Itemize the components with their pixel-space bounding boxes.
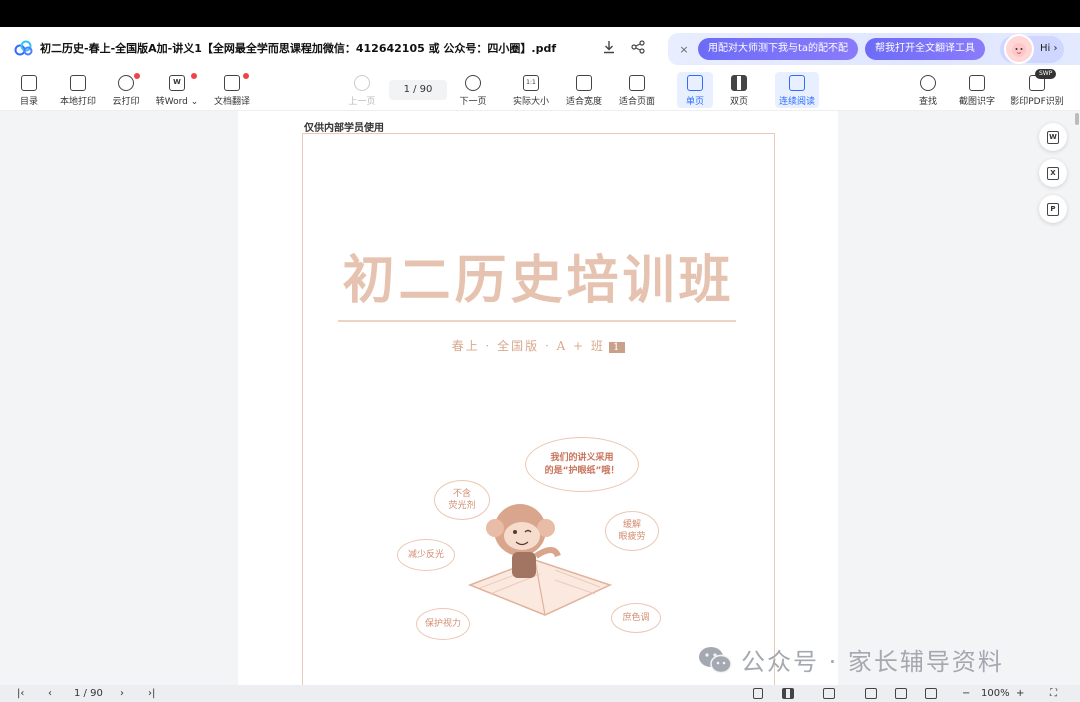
find-button[interactable]: 查找 (914, 72, 942, 108)
prev-page-status-button[interactable]: ‹ (48, 686, 52, 701)
continuous-view-icon[interactable] (823, 688, 835, 699)
zoom-in-button[interactable]: + (1016, 686, 1024, 701)
fit-width-status-icon[interactable] (895, 688, 907, 699)
translate-badge (243, 73, 249, 79)
fit-width-icon (576, 75, 592, 91)
document-title: 初二历史-春上-全国版A加-讲义1【全网最全学而思课程加微信：412642105… (40, 42, 557, 55)
word-doc-icon: W (1047, 130, 1059, 144)
share-icon[interactable] (629, 38, 647, 56)
status-page-indicator[interactable]: 1 / 90 (74, 686, 103, 701)
bubble-relieve-eye-fatigue: 缓解 眼疲劳 (605, 511, 659, 551)
assistant-hi-label[interactable]: Hi › (1040, 43, 1057, 54)
zoom-out-button[interactable]: − (962, 686, 970, 701)
promo-match-button[interactable]: 用配对大师测下我与ta的配不配 (698, 38, 859, 60)
prev-page-button[interactable]: 上一页 (345, 72, 379, 108)
crop-icon (969, 75, 985, 91)
first-page-button[interactable]: |‹ (17, 686, 24, 701)
double-page-view-icon[interactable] (782, 688, 794, 699)
toc-icon (21, 75, 37, 91)
page-number-input[interactable]: 1 / 90 (389, 80, 447, 100)
vertical-scrollbar[interactable] (1075, 113, 1079, 125)
double-page-button[interactable]: 双页 (721, 72, 757, 108)
continuous-read-button[interactable]: 连续阅读 (775, 72, 819, 108)
fit-width-button[interactable]: 适合宽度 (563, 72, 605, 108)
search-icon (920, 75, 936, 91)
actual-size-button[interactable]: 1:1 实际大小 (510, 72, 552, 108)
title-divider (338, 320, 736, 322)
assistant-avatar[interactable] (1004, 34, 1034, 64)
system-top-bar (0, 0, 1080, 27)
fullscreen-icon[interactable]: ⛶ (1050, 686, 1057, 701)
prev-page-icon (354, 75, 370, 91)
app-logo-icon (14, 40, 33, 56)
bubble-color-tone: 庶色调 (611, 603, 661, 633)
fit-page-status-icon[interactable] (925, 688, 937, 699)
bubble-no-fluorescent: 不含 荧光剂 (434, 480, 490, 520)
last-page-button[interactable]: ›| (148, 686, 155, 701)
cloud-print-icon (118, 75, 134, 91)
single-page-button[interactable]: 单页 (677, 72, 713, 108)
fit-page-icon (629, 75, 645, 91)
cover-subtitle-number: 1 (608, 342, 626, 353)
actual-size-icon: 1:1 (523, 75, 539, 91)
swp-badge: SWP (1035, 69, 1057, 79)
screenshot-ocr-button[interactable]: 截图识字 (956, 72, 998, 108)
single-page-view-icon[interactable] (753, 688, 763, 699)
local-print-button[interactable]: 本地打印 (56, 72, 100, 108)
fit-page-button[interactable]: 适合页面 (616, 72, 658, 108)
bubble-protect-eyesight: 保护视力 (416, 608, 470, 640)
promo-translate-button[interactable]: 帮我打开全文翻译工具 (865, 38, 985, 60)
float-word-button[interactable]: W (1039, 123, 1067, 151)
actual-size-status-icon[interactable] (865, 688, 877, 699)
bubble-reduce-glare: 减少反光 (397, 539, 455, 571)
continuous-read-icon (789, 75, 805, 91)
printer-icon (70, 75, 86, 91)
wechat-watermark: 公众号 · 家长辅导资料 (697, 642, 1004, 677)
zoom-level[interactable]: 100% (981, 686, 1010, 701)
translate-icon (224, 75, 240, 91)
status-bar (0, 685, 1080, 702)
ppt-doc-icon: P (1047, 202, 1059, 216)
cover-subtitle: 春上 · 全国版 · A + 班1 (302, 337, 775, 354)
single-page-icon (687, 75, 703, 91)
internal-use-note: 仅供内部学员使用 (304, 123, 384, 134)
watermark-text: 公众号 · 家长辅导资料 (741, 648, 1004, 676)
download-icon[interactable] (600, 38, 618, 56)
excel-doc-icon: X (1047, 166, 1059, 180)
float-ppt-button[interactable]: P (1039, 195, 1067, 223)
wechat-icon (699, 646, 732, 673)
double-page-icon (731, 75, 747, 91)
to-word-badge (191, 73, 197, 79)
toc-button[interactable]: 目录 (14, 72, 44, 108)
cover-subtitle-text: 春上 · 全国版 · A + 班 (451, 339, 605, 353)
next-page-button[interactable]: 下一页 (456, 72, 490, 108)
next-page-status-button[interactable]: › (120, 686, 124, 701)
cloud-print-badge (134, 73, 140, 79)
word-icon: W (169, 75, 185, 91)
bubble-eye-care-paper: 我们的讲义采用 的是“护眼纸”哦！ (525, 437, 639, 492)
promo-close-button[interactable]: × (676, 42, 692, 58)
float-excel-button[interactable]: X (1039, 159, 1067, 187)
cover-title: 初二历史培训班 (342, 250, 735, 311)
next-page-icon (465, 75, 481, 91)
